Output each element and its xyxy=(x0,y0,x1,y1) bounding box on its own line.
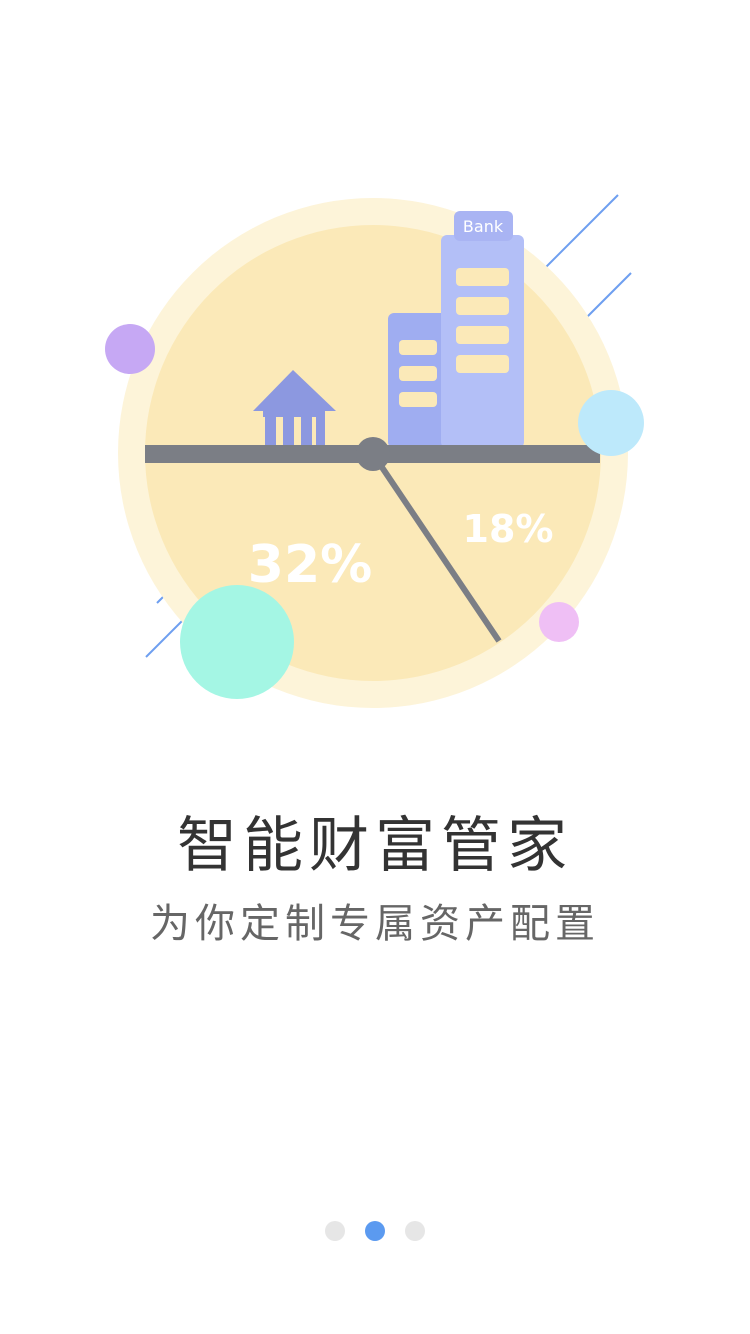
onboarding-title: 智能财富管家 xyxy=(177,811,573,881)
mint-bubble xyxy=(180,585,294,699)
right-percent-label: 18% xyxy=(463,507,554,551)
bank-sign-label: Bank xyxy=(463,217,504,236)
light-blue-bubble xyxy=(578,390,644,456)
wealth-illustration: Bank 32% 18% xyxy=(105,194,644,708)
page-dot-2-active[interactable] xyxy=(365,1221,385,1241)
balance-pivot xyxy=(356,437,390,471)
page-dot-1[interactable] xyxy=(325,1221,345,1241)
onboarding-subtitle: 为你定制专属资产配置 xyxy=(150,901,600,947)
pink-bubble xyxy=(539,602,579,642)
left-percent-label: 32% xyxy=(248,535,372,595)
purple-bubble xyxy=(105,324,155,374)
page-indicator xyxy=(0,1221,750,1243)
page-dot-3[interactable] xyxy=(405,1221,425,1241)
